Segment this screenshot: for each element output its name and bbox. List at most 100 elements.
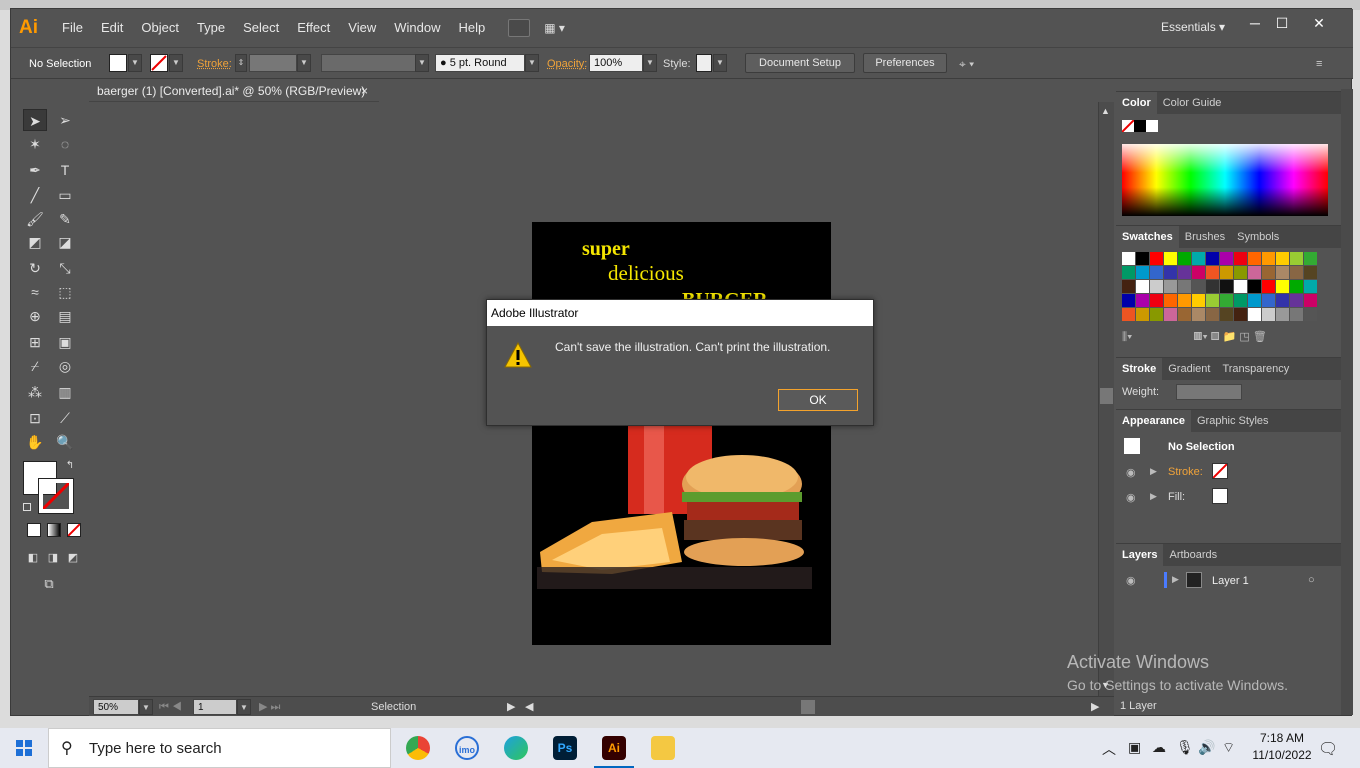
swatch-cell[interactable] [1122,308,1135,321]
appearance-stroke-swatch[interactable] [1212,463,1228,479]
swatch-cell[interactable] [1262,308,1275,321]
swatch-cell[interactable] [1262,252,1275,265]
minimize-button[interactable]: ─ [1244,15,1266,31]
volume-icon[interactable]: 🔊 [1198,739,1215,756]
tab-graphic-styles[interactable]: Graphic Styles [1191,410,1275,432]
tab-layers[interactable]: Layers [1116,544,1164,566]
swatch-cell[interactable] [1220,280,1233,293]
none-swatch-icon[interactable] [1121,119,1135,133]
scroll-up-icon[interactable]: ▲ [1101,106,1110,116]
swatch-cell[interactable] [1164,308,1177,321]
swatch-cell[interactable] [1150,308,1163,321]
scale-tool-icon[interactable]: ⤡ [53,257,77,279]
swatch-cell[interactable] [1276,266,1289,279]
swatch-cell[interactable] [1262,266,1275,279]
tab-symbols[interactable]: Symbols [1231,226,1285,248]
swatch-cell[interactable] [1164,252,1177,265]
direct-selection-tool-icon[interactable]: ➢ [53,109,77,131]
tab-swatches[interactable]: Swatches [1116,226,1179,248]
menu-help[interactable]: Help [449,9,494,47]
swatch-cell[interactable] [1136,266,1149,279]
layer-target-icon[interactable]: ○ [1308,574,1315,586]
menu-edit[interactable]: Edit [92,9,132,47]
swatch-cell[interactable] [1122,280,1135,293]
swatch-cell[interactable] [1192,294,1205,307]
none-mode-icon[interactable] [67,523,81,537]
arrange-icon[interactable]: ⌖ ▾ [959,55,974,73]
slice-tool-icon[interactable]: ⟋ [53,407,77,429]
swatch-cell[interactable] [1178,294,1191,307]
taskbar-time[interactable]: 7:18 AM [1252,731,1312,745]
swatch-cell[interactable] [1122,294,1135,307]
layer-name[interactable]: Layer 1 [1212,575,1249,587]
eye-icon[interactable]: ◉ [1126,466,1136,479]
rectangle-tool-icon[interactable]: ▭ [53,184,77,206]
stroke-color-box[interactable] [38,478,74,514]
brush-definition-field[interactable]: ● 5 pt. Round [435,54,525,72]
draw-inside-icon[interactable]: ◩ [61,547,85,569]
swatch-cell[interactable] [1234,252,1247,265]
stroke-weight-field[interactable] [249,54,297,72]
menu-window[interactable]: Window [385,9,449,47]
default-colors-icon[interactable] [23,503,31,511]
brush-dropdown[interactable]: ▼ [525,54,539,72]
swatch-cell[interactable] [1234,266,1247,279]
swatch-cell[interactable] [1178,280,1191,293]
swatch-cell[interactable] [1304,266,1317,279]
warp-tool-icon[interactable]: ≈ [23,281,47,303]
arrange-documents-button[interactable]: ▦ ▾ [544,19,574,37]
swatch-cell[interactable] [1150,266,1163,279]
panel-menu-icon[interactable]: ≡ [1316,55,1322,73]
tab-brushes[interactable]: Brushes [1179,226,1231,248]
swatch-cell[interactable] [1290,308,1303,321]
stroke-stepper[interactable]: ⇕ [235,54,247,72]
edge-icon[interactable] [504,736,528,760]
photoshop-icon[interactable]: Ps [553,736,577,760]
layer-expand-icon[interactable]: ▶ [1172,574,1179,585]
artboard-tool-icon[interactable]: ⊡ [23,407,47,429]
magic-wand-tool-icon[interactable]: ✶ [23,133,47,155]
menu-file[interactable]: File [53,9,92,47]
appearance-fill-label[interactable]: Fill: [1168,491,1185,503]
swatch-cell[interactable] [1178,252,1191,265]
swatch-cell[interactable] [1304,294,1317,307]
swatch-cell[interactable] [1234,308,1247,321]
workspace-switcher[interactable]: Essentials ▾ [1161,20,1225,34]
symbol-sprayer-tool-icon[interactable]: ⁂ [23,381,47,403]
color-mode-icon[interactable] [27,523,41,537]
swatch-cell[interactable] [1150,252,1163,265]
taskbar-search-box[interactable]: ⚲ Type here to search [48,728,391,768]
swatch-cell[interactable] [1206,280,1219,293]
variable-width-dropdown[interactable]: ▼ [415,54,429,72]
swatch-cell[interactable] [1136,280,1149,293]
swatch-cell[interactable] [1192,266,1205,279]
chrome-icon[interactable] [406,736,430,760]
hscroll-right-icon[interactable]: ▶ [1091,698,1099,716]
swatch-cell[interactable] [1122,266,1135,279]
swatch-panel-footer-icons[interactable]: ⫼▾ ▦▾ ▤ 📁 ◳ 🗑 [1122,330,1327,344]
blob-brush-tool-icon[interactable]: ◩ [23,231,47,253]
style-swatch[interactable] [696,54,712,72]
zoom-dropdown[interactable]: ▼ [139,699,153,715]
appearance-fill-swatch[interactable] [1212,488,1228,504]
close-button[interactable]: ✕ [1308,15,1330,32]
stroke-swatch-none[interactable] [150,54,168,72]
swatch-grid[interactable] [1122,252,1322,324]
swatch-cell[interactable] [1290,252,1303,265]
tab-artboards[interactable]: Artboards [1163,544,1223,566]
swatch-cell[interactable] [1276,294,1289,307]
swatch-cell[interactable] [1220,252,1233,265]
tab-transparency[interactable]: Transparency [1216,358,1295,380]
swatch-cell[interactable] [1136,294,1149,307]
color-spectrum[interactable] [1122,144,1328,216]
swatch-cell[interactable] [1178,308,1191,321]
close-tab-icon[interactable]: × [361,80,368,102]
hscroll-left-icon[interactable]: ◀ [525,698,533,716]
tab-appearance[interactable]: Appearance [1116,410,1191,432]
swatch-cell[interactable] [1304,252,1317,265]
swatch-cell[interactable] [1220,294,1233,307]
selection-tool-icon[interactable]: ➤ [23,109,47,131]
swatch-cell[interactable] [1276,308,1289,321]
shape-builder-tool-icon[interactable]: ⊕ [23,305,47,327]
swatch-cell[interactable] [1304,280,1317,293]
